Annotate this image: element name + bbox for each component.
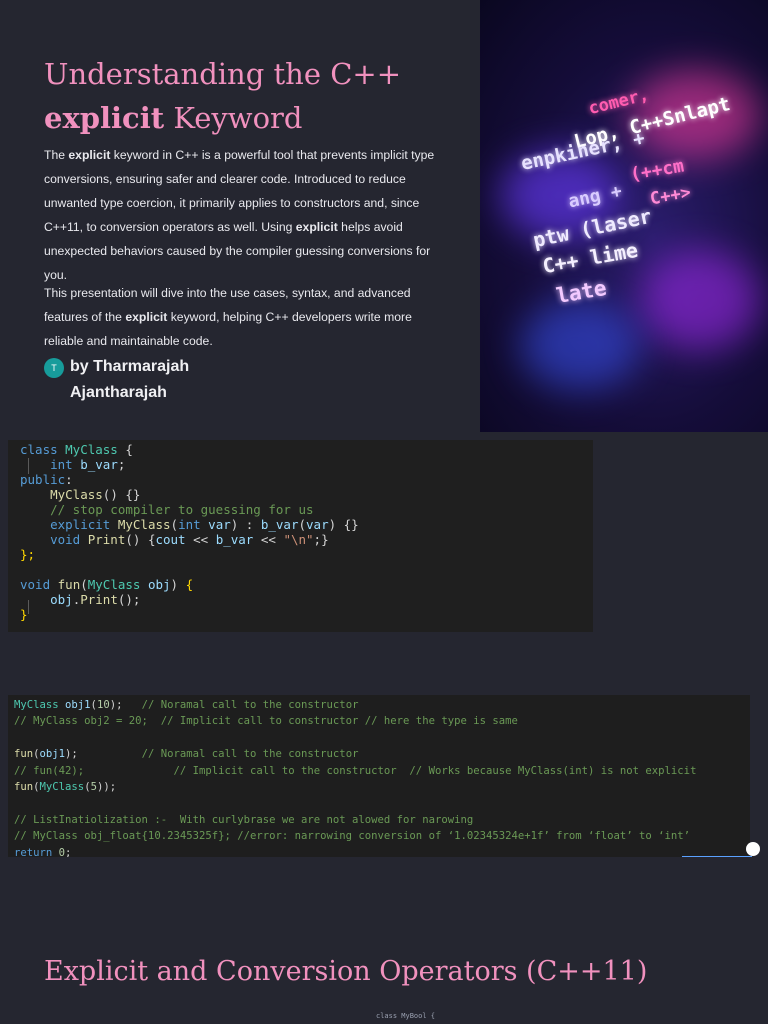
author-name: by Tharmarajah Ajantharajah [70,358,190,401]
code-block-1-text: class MyClass { int b_var; public: MyCla… [8,440,593,622]
code-token: b_var [260,517,299,532]
code-token: MyClass [117,517,171,532]
code-token: )); [96,781,117,794]
code-token: (); [117,592,141,607]
code-token: // fun(42); // Implicit call to the cons… [14,764,697,777]
slider-track[interactable] [682,856,752,857]
code-token: () { [125,532,156,547]
keyword-emphasis: explicit [68,148,111,162]
code-preview: class MyBool { [376,1012,436,1020]
code-token: obj1 [39,748,66,761]
code-token: fun [57,577,81,592]
code-token: ( [170,517,179,532]
hero-code-word: C++> [648,182,693,210]
code-token: public [20,472,66,487]
code-token: // MyClass obj2 = 20; // Implicit call t… [14,715,518,728]
code-token: () {} [102,487,141,502]
keyword-emphasis: explicit [295,220,338,234]
code-token: // ListInatiolization :- With curlybrase… [14,813,474,826]
code-token: MyClass [39,781,85,794]
code-token: }; [20,547,36,562]
hero-code-word: (++cm [628,155,686,186]
code-token: ) : [230,517,261,532]
code-token: int [178,517,209,532]
code-token: fun [14,781,34,794]
code-token: b_var [215,532,261,547]
code-token: MyClass [20,487,103,502]
code-token: void [20,532,88,547]
code-token: MyClass [14,699,66,711]
intro-text: The explicit keyword in C++ is a powerfu… [44,143,444,353]
code-token: obj1 [65,699,91,711]
code-block-class-definition: class MyClass { int b_var; public: MyCla… [8,440,593,632]
code-token: int [20,457,81,472]
code-token: << [193,532,216,547]
code-token: : [65,472,73,487]
code-token: MyClass [65,442,126,457]
code-token: ; [117,457,126,472]
code-token: "\n" [283,532,314,547]
hero-image: comer, Lop, C++Snlapt enpkiner, + (++cm ang … [480,0,768,432]
code-block-2-text: MyClass obj1(10); // Noramal call to the… [8,695,750,857]
title-keyword: explicit [44,101,165,135]
code-token: ( [80,577,88,592]
code-token: { [125,442,133,457]
code-token: ; [65,846,72,857]
code-token: void [20,577,58,592]
page-title: Understanding the C++ explicit Keyword [44,52,464,140]
section-title: Explicit and Conversion Operators (C++11… [44,956,648,987]
code-token: // MyClass obj_float{10.2345325f}; //err… [14,830,691,843]
code-token: // Noramal call to the constructor [141,748,359,761]
slider-handle[interactable] [746,842,760,856]
code-token: obj [147,577,171,592]
code-token: } [20,607,28,622]
code-token: ); [109,699,142,711]
intro-paragraph-2: This presentation will dive into the use… [44,281,444,353]
code-token: ); [65,748,142,761]
code-token: var [208,517,231,532]
code-token: b_var [80,457,118,472]
code-token: MyClass [87,577,148,592]
code-token: Print [87,532,126,547]
code-token: class [20,442,66,457]
code-token: { [185,577,194,592]
code-token: var [306,517,329,532]
code-token: ) [170,577,186,592]
intro-paragraph-1: The explicit keyword in C++ is a powerfu… [44,143,444,287]
code-token: return [14,846,59,857]
avatar: T [44,358,64,378]
code-token: Print [80,592,118,607]
code-token: fun [14,748,34,761]
code-token: ) {} [328,517,359,532]
intro-text-run: The [44,148,69,162]
code-token: 10 [96,699,110,711]
code-token: << [260,532,284,547]
code-token: cout [155,532,194,547]
code-token: // Noramal call to the constructor [141,699,359,711]
code-token: explicit [20,517,118,532]
code-token: ;} [313,532,329,547]
code-token: ( [298,517,307,532]
code-token: // stop compiler to guessing for us [20,502,314,517]
keyword-emphasis: explicit [125,310,168,324]
title-line1: Understanding the C++ [44,57,402,91]
code-block-usage: MyClass obj1(10); // Noramal call to the… [8,695,750,857]
title-rest: Keyword [164,101,303,135]
